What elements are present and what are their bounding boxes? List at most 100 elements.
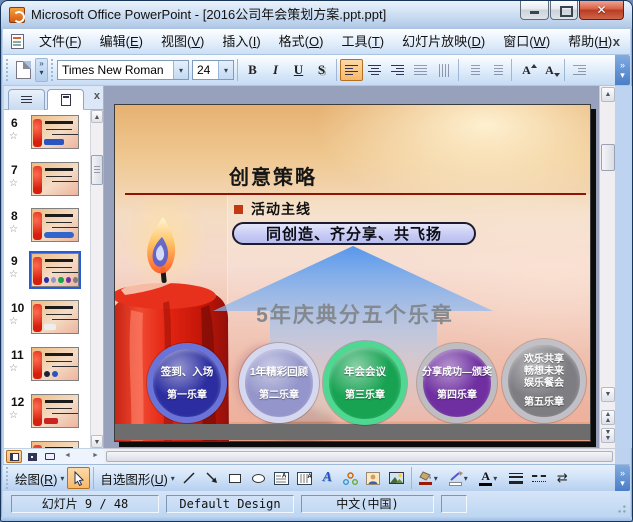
slideshow-view-button[interactable] xyxy=(42,450,58,463)
align-center-button[interactable] xyxy=(363,59,386,81)
rectangle-tool-button[interactable] xyxy=(224,467,247,489)
arrow-style-button[interactable]: ⇄ xyxy=(551,467,574,489)
chapter-circle-4[interactable]: 分享成功—颁奖 第四乐章 xyxy=(417,343,497,423)
toolbar-drag-handle[interactable] xyxy=(50,59,55,81)
next-slide-button[interactable]: ▼ ▼ xyxy=(601,428,615,443)
thumbnail-image[interactable] xyxy=(31,394,79,428)
animation-star-icon[interactable]: ☆ xyxy=(9,269,18,280)
slide-canvas[interactable]: 创意策略 活动主线 同创造、齐分享、共飞扬 5年庆典分五个乐章 签到、入场 第一… xyxy=(114,104,591,442)
chapter-circle-1[interactable]: 签到、入场 第一乐章 xyxy=(147,343,227,423)
close-button[interactable]: ✕ xyxy=(579,1,624,20)
slide-thumbnail-12[interactable]: 12 ☆ xyxy=(4,394,90,430)
scroll-down-icon[interactable]: ▼ xyxy=(91,435,103,448)
line-style-button[interactable] xyxy=(505,467,528,489)
decrease-font-button[interactable]: A xyxy=(538,59,561,81)
scroll-up-button[interactable]: ▲ xyxy=(601,87,615,102)
numbered-list-button[interactable] xyxy=(462,59,485,81)
draw-menu-button[interactable]: 绘图(R) xyxy=(12,469,60,488)
dropdown-icon[interactable]: ▾ xyxy=(464,474,471,483)
pane-scrollbar-thumb[interactable] xyxy=(91,155,103,185)
thumbnail-image[interactable] xyxy=(31,162,79,196)
thumbnail-image[interactable] xyxy=(31,115,79,149)
menu-window[interactable]: 窗口(W) xyxy=(494,29,559,55)
insert-picture-button[interactable] xyxy=(385,467,408,489)
slide-title[interactable]: 创意策略 xyxy=(229,161,317,190)
normal-view-button[interactable] xyxy=(6,450,22,463)
slide-thumbnail-8[interactable]: 8 ☆ xyxy=(4,208,90,244)
fill-color-button[interactable]: ▾ xyxy=(415,467,445,489)
slogan-pill[interactable]: 同创造、齐分享、共飞扬 xyxy=(232,222,476,245)
slide-thumbnail-9-selected[interactable]: 9 ☆ xyxy=(4,251,90,289)
toolbar-drag-handle[interactable] xyxy=(5,59,10,81)
slide-thumbnail-13-partial[interactable] xyxy=(4,441,90,448)
thumbnail-image[interactable] xyxy=(31,300,79,334)
menu-edit[interactable]: 编辑(E) xyxy=(91,29,152,55)
animation-star-icon[interactable]: ☆ xyxy=(9,316,18,327)
pane-close-icon[interactable]: x xyxy=(94,90,100,102)
align-left-button[interactable] xyxy=(340,59,363,81)
language-status[interactable]: 中文(中国) xyxy=(301,495,434,513)
autoshapes-button[interactable]: 自选图形(U) xyxy=(97,469,170,488)
chapter-circle-3[interactable]: 年会会议 第三乐章 xyxy=(323,341,407,425)
slide-thumbnail-11[interactable]: 11 ☆ xyxy=(4,347,90,383)
design-template-status[interactable]: Default Design xyxy=(166,495,294,513)
bold-button[interactable]: B xyxy=(241,59,264,81)
toolbar-options-button[interactable]: » ▾ xyxy=(615,55,630,85)
horizontal-scrollbar[interactable] xyxy=(104,448,615,464)
animation-star-icon[interactable]: ☆ xyxy=(9,131,18,142)
vertical-text-button[interactable] xyxy=(432,59,455,81)
toolbar-options-button[interactable]: » ▾ xyxy=(615,465,630,491)
distribute-button[interactable] xyxy=(409,59,432,81)
document-close-icon[interactable]: x xyxy=(613,29,620,55)
new-slide-button[interactable] xyxy=(12,59,35,81)
oval-tool-button[interactable] xyxy=(247,467,270,489)
minimize-button[interactable] xyxy=(520,1,549,20)
maximize-button[interactable] xyxy=(550,1,578,20)
text-shadow-button[interactable]: S xyxy=(310,59,333,81)
line-tool-button[interactable] xyxy=(178,467,201,489)
tab-outline[interactable] xyxy=(8,89,45,110)
select-objects-button[interactable] xyxy=(67,467,91,489)
menu-view[interactable]: 视图(V) xyxy=(152,29,213,55)
resize-grip[interactable] xyxy=(616,503,628,515)
slide-sorter-view-button[interactable] xyxy=(24,450,40,463)
textbox-tool-button[interactable]: A xyxy=(270,467,293,489)
font-size-combobox[interactable]: 24 ▾ xyxy=(192,60,234,80)
slide-thumbnail-6[interactable]: 6 ☆ xyxy=(4,115,90,151)
menu-insert[interactable]: 插入(I) xyxy=(213,29,269,55)
font-name-combobox[interactable]: Times New Roman ▾ xyxy=(57,60,189,80)
menu-file[interactable]: 文件(F) xyxy=(30,29,91,55)
chapter-circle-5[interactable]: 欢乐共享 畅想未来 娱乐餐会 第五乐章 xyxy=(502,339,586,423)
dropdown-icon[interactable]: ▾ xyxy=(493,474,500,483)
dropdown-icon[interactable]: ▾ xyxy=(434,474,441,483)
thumbnail-image[interactable] xyxy=(29,251,81,289)
menu-format[interactable]: 格式(O) xyxy=(270,29,333,55)
thumbnail-image[interactable] xyxy=(31,208,79,242)
increase-font-button[interactable]: A xyxy=(515,59,538,81)
arrow-caption[interactable]: 5年庆典分五个乐章 xyxy=(205,299,505,329)
slide-thumbnail-7[interactable]: 7 ☆ xyxy=(4,162,90,198)
arrow-tool-button[interactable] xyxy=(201,467,224,489)
slide-thumbnail-10[interactable]: 10 ☆ xyxy=(4,300,90,336)
tab-slides[interactable] xyxy=(47,89,84,110)
thumbnail-image[interactable] xyxy=(31,347,79,381)
wordart-button[interactable]: A xyxy=(316,467,339,489)
line-color-button[interactable]: ▾ xyxy=(445,467,475,489)
menu-tools[interactable]: 工具(T) xyxy=(332,29,393,55)
diagram-button[interactable] xyxy=(339,467,362,489)
decrease-indent-button[interactable] xyxy=(568,59,591,81)
scroll-up-icon[interactable]: ▲ xyxy=(91,110,103,123)
scroll-left-icon[interactable]: ◄ xyxy=(64,452,71,459)
bulleted-list-button[interactable] xyxy=(485,59,508,81)
scrollbar-thumb[interactable] xyxy=(601,144,615,171)
align-right-button[interactable] xyxy=(386,59,409,81)
vertical-scrollbar[interactable]: ▲ ▼ ▲ ▲ ▼ ▼ xyxy=(599,86,615,448)
animation-star-icon[interactable]: ☆ xyxy=(9,224,18,235)
underline-button[interactable]: U xyxy=(287,59,310,81)
hscroll-thumb[interactable] xyxy=(106,451,613,462)
chapter-circle-2[interactable]: 1年精彩回顾 第二乐章 xyxy=(239,343,319,423)
previous-slide-button[interactable]: ▲ ▲ xyxy=(601,410,615,425)
size-dropdown-icon[interactable]: ▾ xyxy=(218,61,233,79)
scroll-right-icon[interactable]: ► xyxy=(92,452,99,459)
animation-star-icon[interactable]: ☆ xyxy=(9,363,18,374)
